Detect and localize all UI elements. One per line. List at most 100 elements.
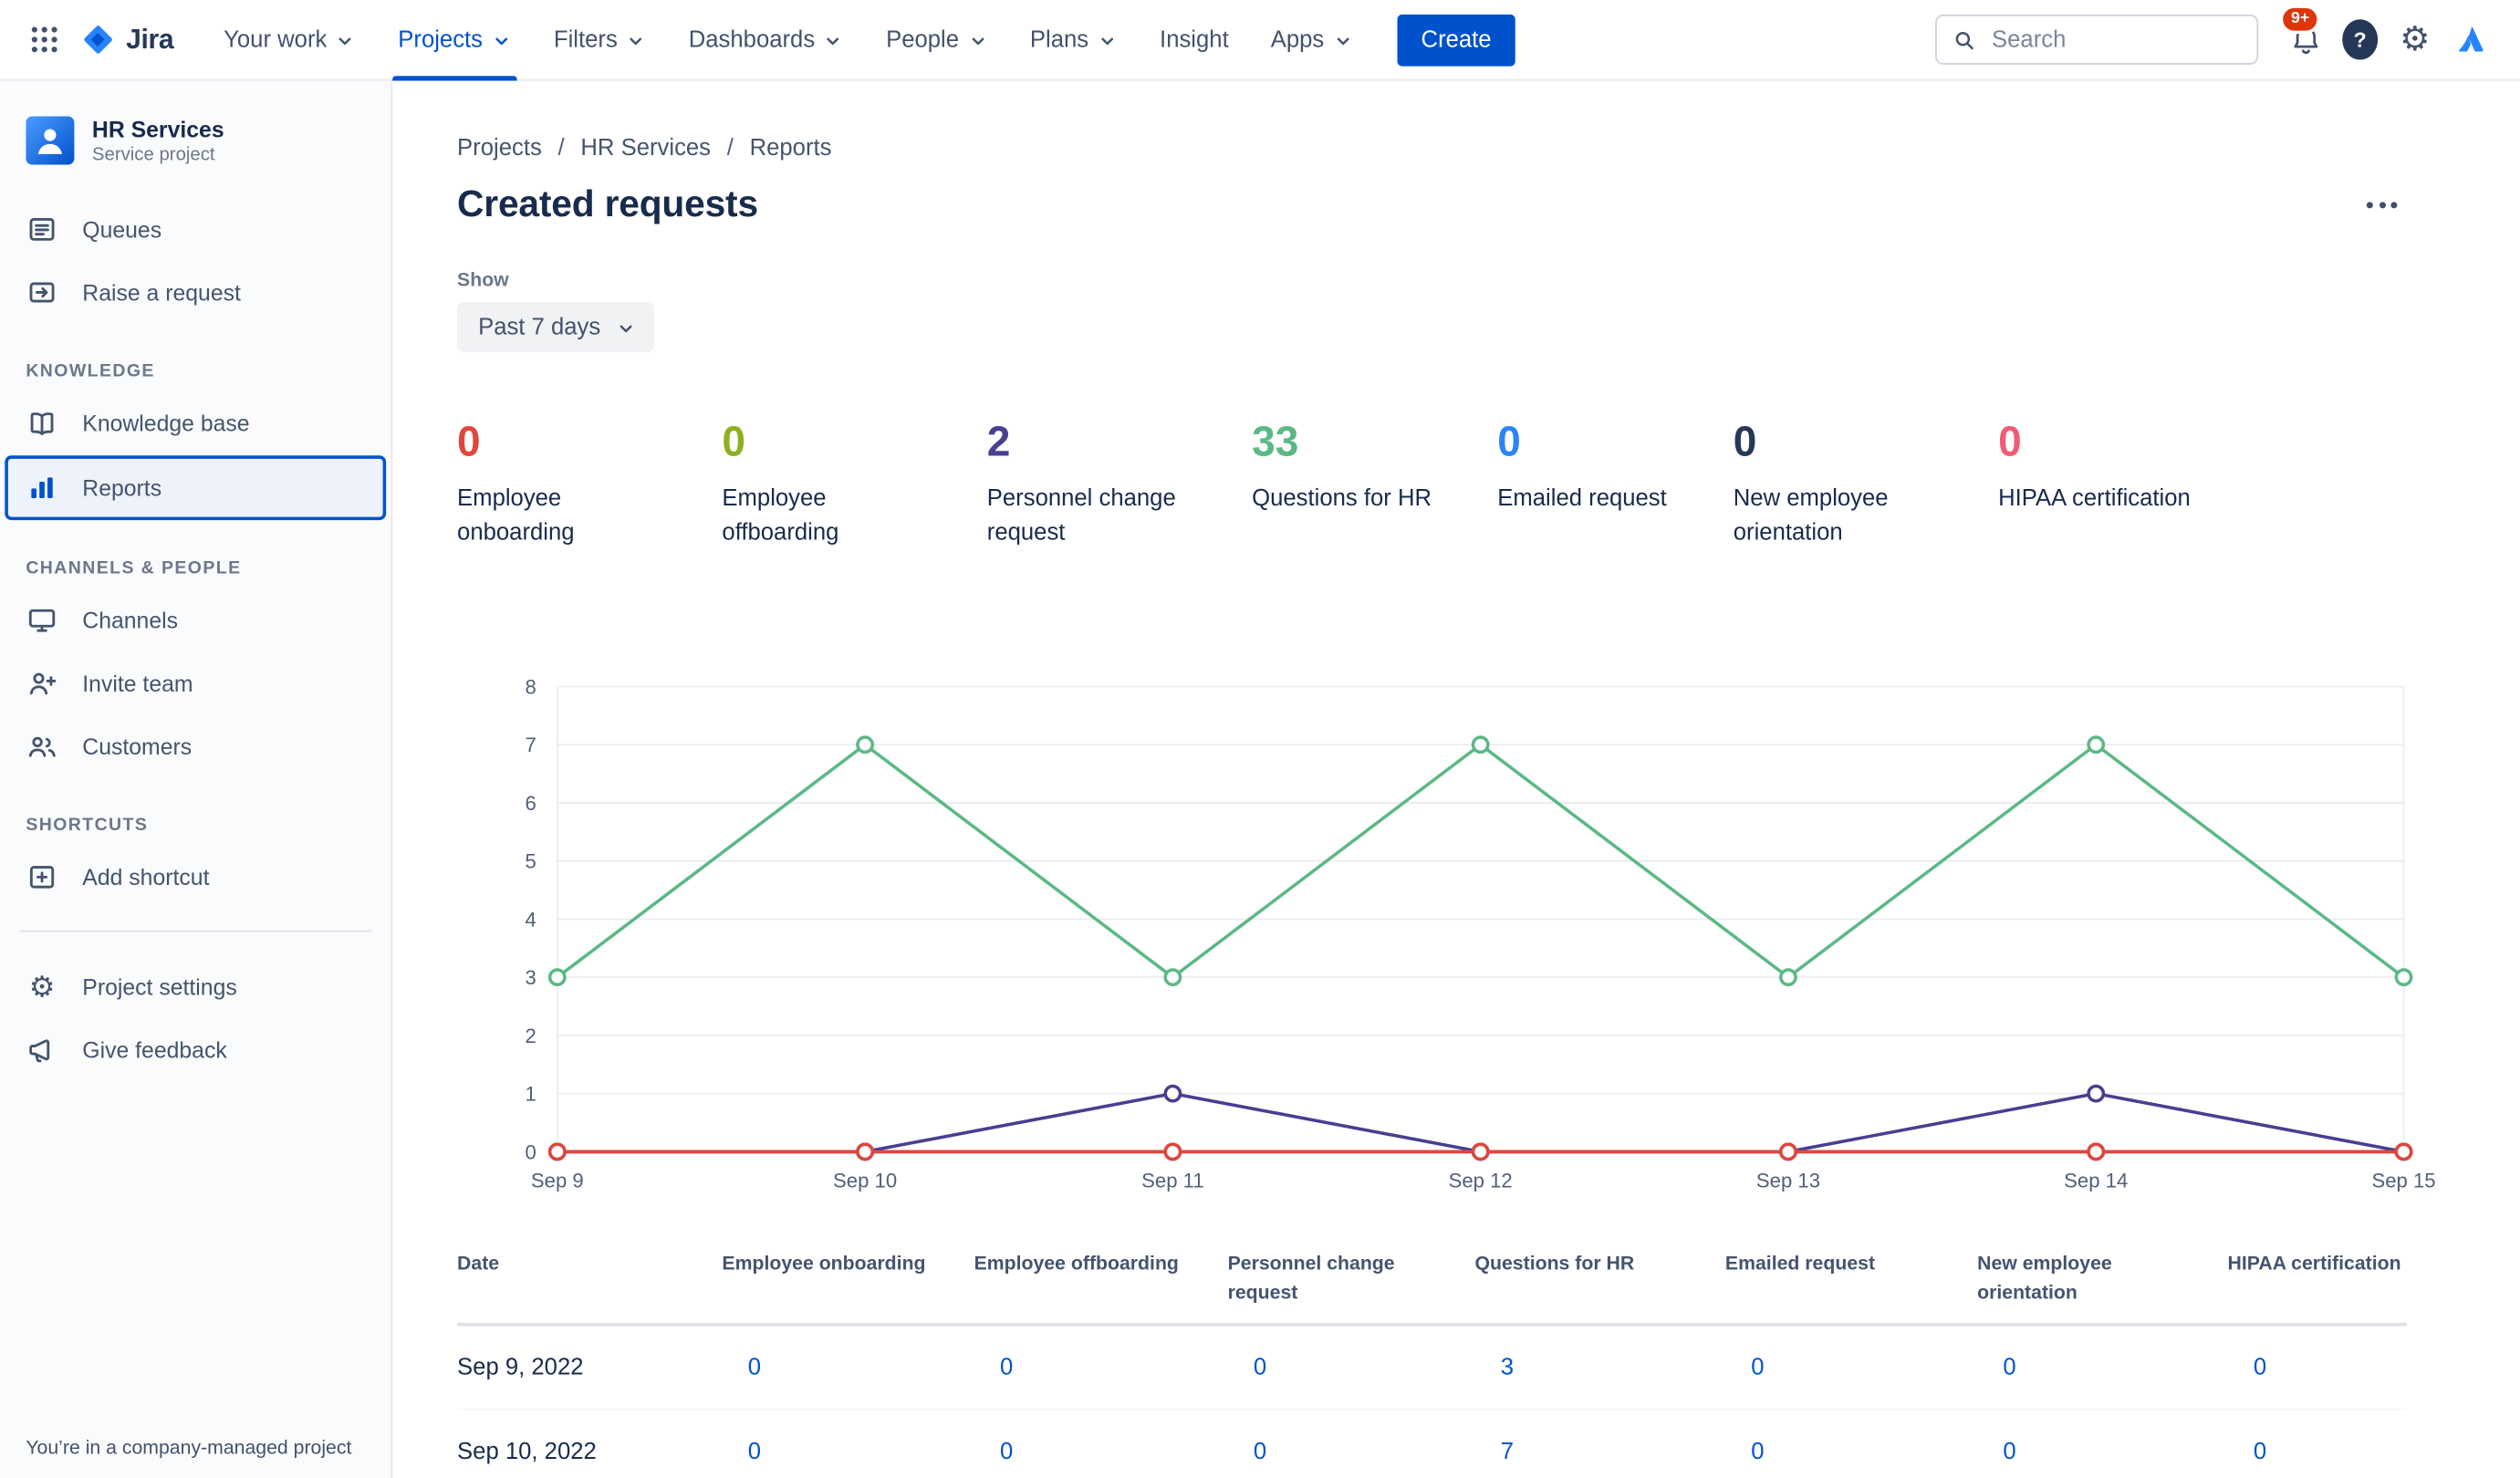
settings-button[interactable]: ⚙ — [2388, 12, 2442, 67]
breadcrumb-projects[interactable]: Projects — [457, 136, 580, 161]
nav-item-plans[interactable]: Plans — [1009, 0, 1139, 80]
jira-home-link[interactable]: Jira — [71, 23, 190, 57]
stat-value: 0 — [722, 416, 746, 465]
column-header-employee-offboarding: Employee offboarding — [974, 1252, 1179, 1275]
nav-item-people[interactable]: People — [865, 0, 1009, 80]
table-cell-link[interactable]: 3 — [1474, 1356, 1514, 1381]
chevron-down-icon — [1332, 31, 1353, 52]
top-navigation-bar: Jira Your work Projects Filters Dashboar… — [0, 0, 2520, 81]
svg-text:5: 5 — [525, 850, 536, 873]
sidebar-item-raise-a-request[interactable]: Raise a request — [0, 260, 390, 323]
sidebar-section-knowledge: KNOWLEDGE — [26, 361, 155, 381]
stats-row: 0 Employee onboarding 0 Employee offboar… — [457, 417, 2407, 551]
project-name: HR Services — [91, 116, 224, 142]
sidebar-item-knowledge-base[interactable]: Knowledge base — [0, 390, 390, 453]
stat-label: Employee offboarding — [722, 485, 839, 546]
sidebar-item-customers[interactable]: Customers — [0, 714, 390, 777]
breadcrumb-hr-services[interactable]: HR Services — [580, 136, 749, 161]
jira-wordmark: Jira — [126, 23, 174, 55]
project-header: HR Services Service project — [0, 116, 390, 165]
table-cell-link[interactable]: 0 — [974, 1356, 1013, 1381]
table-cell-link[interactable]: 0 — [1977, 1440, 2015, 1465]
stat-value: 0 — [1998, 416, 2022, 465]
nav-item-your-work[interactable]: Your work — [203, 0, 377, 80]
stat-value: 33 — [1252, 416, 1299, 465]
channels-icon — [26, 603, 57, 635]
svg-text:Sep 13: Sep 13 — [1756, 1169, 1820, 1192]
project-avatar — [26, 116, 75, 165]
table-cell-link[interactable]: 7 — [1474, 1440, 1514, 1465]
chevron-down-icon — [491, 31, 512, 52]
chevron-down-icon — [1097, 31, 1118, 52]
sidebar-item-queues[interactable]: Queues — [0, 197, 390, 260]
nav-item-apps[interactable]: Apps — [1250, 0, 1374, 80]
svg-text:8: 8 — [525, 675, 536, 698]
project-sidebar: HR Services Service project Queues Raise… — [0, 80, 393, 1478]
sidebar-item-channels[interactable]: Channels — [0, 588, 390, 651]
project-type: Service project — [91, 145, 215, 165]
invite-team-icon — [26, 666, 57, 698]
table-header-row: Date Employee onboarding Employee offboa… — [457, 1249, 2408, 1327]
sidebar-item-reports[interactable]: Reports — [5, 455, 387, 521]
stat-label: HIPAA certification — [1998, 485, 2191, 513]
table-row: Sep 9, 2022 0 0 0 3 0 0 0 — [457, 1327, 2408, 1410]
table-cell-link[interactable]: 0 — [2228, 1440, 2266, 1465]
nav-item-filters[interactable]: Filters — [533, 0, 668, 80]
customers-icon — [26, 729, 57, 761]
table-cell-link[interactable]: 0 — [1977, 1356, 2015, 1381]
knowledge-base-icon — [26, 406, 57, 438]
sidebar-item-invite-team[interactable]: Invite team — [0, 651, 390, 714]
column-header-new-employee-orientation: New employee orientation — [1977, 1252, 2112, 1304]
sidebar-divider — [19, 930, 372, 932]
help-button[interactable]: ? — [2333, 12, 2388, 67]
table-cell-link[interactable]: 0 — [2228, 1356, 2266, 1381]
sidebar-item-give-feedback[interactable]: Give feedback — [0, 1017, 390, 1080]
svg-text:Sep 12: Sep 12 — [1449, 1169, 1513, 1192]
queues-icon — [26, 213, 57, 245]
stat-label: Questions for HR — [1252, 485, 1432, 513]
app-switcher-button[interactable] — [16, 12, 71, 67]
sidebar-item-project-settings[interactable]: ⚙ Project settings — [0, 954, 390, 1017]
nav-item-insight[interactable]: Insight — [1139, 0, 1250, 80]
table-cell-link[interactable]: 0 — [722, 1356, 761, 1381]
svg-text:4: 4 — [525, 908, 536, 931]
stat-label: Personnel change request — [986, 485, 1176, 546]
create-button[interactable]: Create — [1396, 14, 1516, 66]
gear-icon: ⚙ — [2400, 21, 2431, 58]
table-cell-link[interactable]: 0 — [1228, 1440, 1266, 1465]
notifications-button[interactable]: 9+ — [2277, 4, 2332, 67]
page-title: Created requests — [457, 182, 758, 225]
table-cell-link[interactable]: 0 — [974, 1440, 1013, 1465]
stat-label: Employee onboarding — [457, 485, 575, 546]
stat-label: Emailed request — [1497, 485, 1667, 513]
breadcrumb-reports[interactable]: Reports — [750, 136, 832, 161]
table-cell-link[interactable]: 0 — [1725, 1440, 1764, 1465]
sidebar-item-add-shortcut[interactable]: Add shortcut — [0, 845, 390, 908]
table-cell-link[interactable]: 0 — [1228, 1356, 1266, 1381]
nav-item-dashboards[interactable]: Dashboards — [668, 0, 865, 80]
stat-label: New employee orientation — [1733, 485, 1889, 546]
jira-app: Jira Your work Projects Filters Dashboar… — [0, 0, 2520, 1478]
table-cell-link[interactable]: 0 — [1725, 1356, 1764, 1381]
requests-table: Date Employee onboarding Employee offboa… — [457, 1249, 2408, 1478]
date-range-select[interactable]: Past 7 days — [457, 302, 654, 352]
breadcrumb: Projects HR Services Reports — [457, 136, 2407, 161]
search-input[interactable] — [1988, 25, 2241, 55]
raise-request-icon — [26, 276, 57, 307]
reports-icon — [26, 472, 57, 504]
svg-text:Sep 15: Sep 15 — [2371, 1169, 2435, 1192]
more-button[interactable] — [2357, 185, 2407, 224]
table-cell-date: Sep 10, 2022 — [457, 1439, 597, 1465]
svg-text:6: 6 — [525, 792, 536, 815]
stat-questions-for-hr: 33 Questions for HR — [1252, 417, 1497, 551]
stat-employee-onboarding: 0 Employee onboarding — [457, 417, 722, 551]
svg-text:1: 1 — [525, 1083, 536, 1106]
table-cell-link[interactable]: 0 — [722, 1440, 761, 1465]
ellipsis-icon — [2366, 201, 2373, 208]
stat-value: 2 — [986, 416, 1011, 465]
stat-value: 0 — [457, 416, 481, 465]
atlassian-app-button[interactable] — [2442, 12, 2497, 67]
column-header-emailed-request: Emailed request — [1724, 1252, 1876, 1275]
svg-text:Sep 14: Sep 14 — [2064, 1169, 2128, 1192]
nav-item-projects[interactable]: Projects — [377, 0, 533, 80]
